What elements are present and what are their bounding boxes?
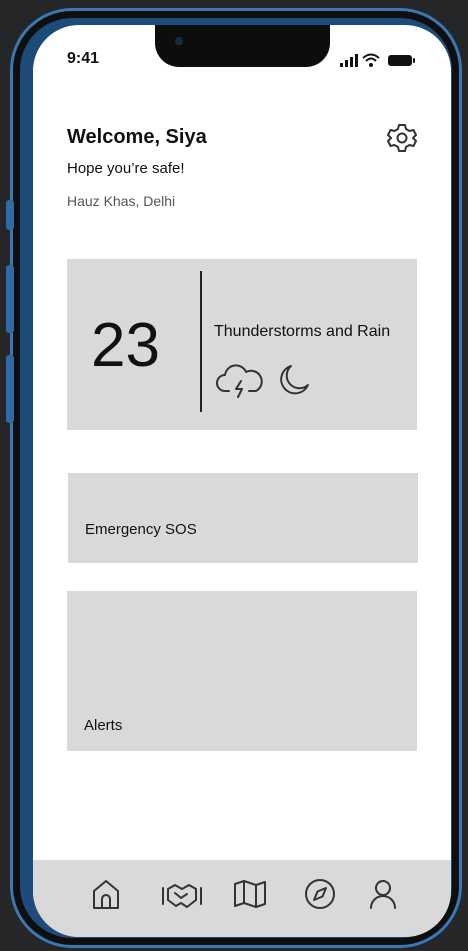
thunderstorm-cloud-icon [215, 363, 265, 399]
compass-icon [305, 879, 335, 909]
nav-map-button[interactable] [232, 876, 268, 912]
alerts-card[interactable]: Alerts [67, 591, 417, 751]
alerts-label: Alerts [84, 717, 123, 734]
map-icon [234, 880, 266, 908]
nav-handshake-button[interactable] [160, 876, 204, 912]
battery-icon [388, 55, 415, 66]
emergency-sos-card[interactable]: Emergency SOS [68, 473, 418, 563]
nav-profile-button[interactable] [365, 876, 401, 912]
greeting-title: Welcome, Siya [67, 126, 207, 148]
settings-button[interactable] [386, 122, 418, 154]
emergency-sos-label: Emergency SOS [85, 521, 197, 538]
weather-condition: Thunderstorms and Rain [214, 323, 391, 340]
wifi-icon [362, 53, 380, 67]
nav-explore-button[interactable] [302, 876, 338, 912]
status-icons [338, 52, 418, 68]
home-icon [93, 880, 119, 909]
handshake-icon [162, 884, 202, 908]
nav-home-button[interactable] [88, 876, 124, 912]
front-camera [175, 37, 183, 45]
mute-switch [6, 200, 14, 230]
volume-down-button [6, 355, 14, 423]
volume-up-button [6, 265, 14, 333]
profile-icon [370, 880, 396, 909]
temperature-value: 23 [91, 311, 160, 380]
greeting-subtitle: Hope you’re safe! [67, 160, 185, 177]
notch [155, 25, 330, 67]
weather-divider [200, 271, 202, 412]
location-text: Hauz Khas, Delhi [67, 193, 176, 209]
gear-icon [387, 124, 417, 152]
moon-icon [275, 363, 311, 397]
weather-card: 23 Thunderstorms and Rain [67, 259, 417, 430]
bottom-nav [33, 860, 451, 937]
status-time: 9:41 [67, 50, 100, 67]
cellular-signal-icon [340, 54, 358, 67]
